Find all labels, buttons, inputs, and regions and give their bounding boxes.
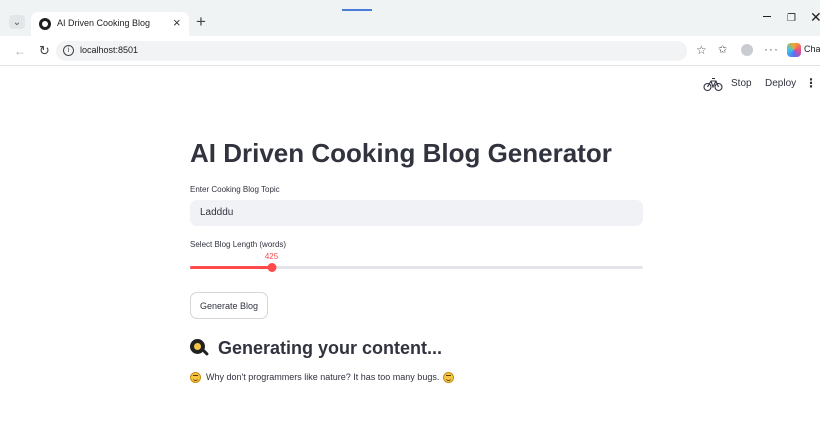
slider-thumb[interactable] bbox=[267, 263, 277, 272]
new-tab-icon[interactable]: + bbox=[196, 13, 206, 30]
more-icon[interactable]: ··· bbox=[764, 42, 779, 56]
restore-icon[interactable]: ❐ bbox=[787, 13, 796, 24]
slider-track[interactable] bbox=[190, 266, 643, 269]
tab-title: AI Driven Cooking Blog bbox=[57, 18, 151, 28]
favorites-icon[interactable]: ✩ bbox=[718, 43, 727, 56]
tab-list-dropdown-icon[interactable]: ⌄ bbox=[9, 15, 25, 29]
blog-length-label: Select Blog Length (words) bbox=[190, 240, 287, 249]
joke-text: Why don't programmers like nature? It ha… bbox=[206, 372, 440, 382]
slider-value: 425 bbox=[264, 252, 279, 261]
loading-text: Generating your content... bbox=[218, 337, 443, 358]
stop-button[interactable]: Stop bbox=[731, 78, 752, 89]
running-icon bbox=[703, 77, 723, 92]
loading-heading: Generating your content... bbox=[190, 336, 442, 360]
generate-blog-button[interactable]: Generate Blog bbox=[190, 292, 268, 319]
back-arrow-icon[interactable]: ← bbox=[14, 44, 26, 58]
minimize-icon[interactable] bbox=[763, 16, 771, 17]
address-bar: ← ↻ i localhost:8501 ☆ ✩ ··· Cha bbox=[0, 36, 820, 66]
topic-input[interactable]: Ladddu bbox=[190, 200, 643, 226]
magnifier-icon bbox=[190, 339, 210, 357]
copilot-icon[interactable] bbox=[787, 43, 801, 57]
kebab-menu-icon[interactable]: ⋮ bbox=[805, 77, 817, 89]
app-page: Stop Deploy ⋮ AI Driven Cooking Blog Gen… bbox=[0, 66, 820, 435]
url-text: localhost:8501 bbox=[80, 45, 139, 55]
window-accent bbox=[342, 9, 372, 11]
topic-label: Enter Cooking Blog Topic bbox=[190, 185, 280, 194]
star-icon[interactable]: ☆ bbox=[696, 43, 707, 57]
url-field[interactable]: i localhost:8501 bbox=[56, 41, 687, 61]
browser-tab[interactable]: AI Driven Cooking Blog × bbox=[31, 12, 189, 36]
copilot-label[interactable]: Cha bbox=[804, 44, 820, 54]
page-title: AI Driven Cooking Blog Generator bbox=[190, 138, 612, 168]
smile-icon bbox=[443, 371, 455, 383]
profile-icon[interactable] bbox=[741, 44, 753, 56]
window-close-icon[interactable]: ✕ bbox=[810, 10, 820, 24]
browser-tab-bar: ⌄ AI Driven Cooking Blog × + ❐ ✕ bbox=[0, 0, 820, 36]
smile-icon bbox=[190, 371, 201, 383]
slider-fill bbox=[190, 266, 272, 269]
topic-input-value: Ladddu bbox=[200, 207, 234, 218]
deploy-button[interactable]: Deploy bbox=[765, 78, 796, 89]
reload-icon[interactable]: ↻ bbox=[39, 43, 50, 59]
joke-message: Why don't programmers like nature? It ha… bbox=[190, 370, 455, 384]
favicon bbox=[39, 18, 51, 30]
info-icon[interactable]: i bbox=[63, 45, 74, 56]
tab-close-icon[interactable]: × bbox=[173, 16, 181, 30]
generate-blog-label: Generate Blog bbox=[199, 301, 259, 311]
